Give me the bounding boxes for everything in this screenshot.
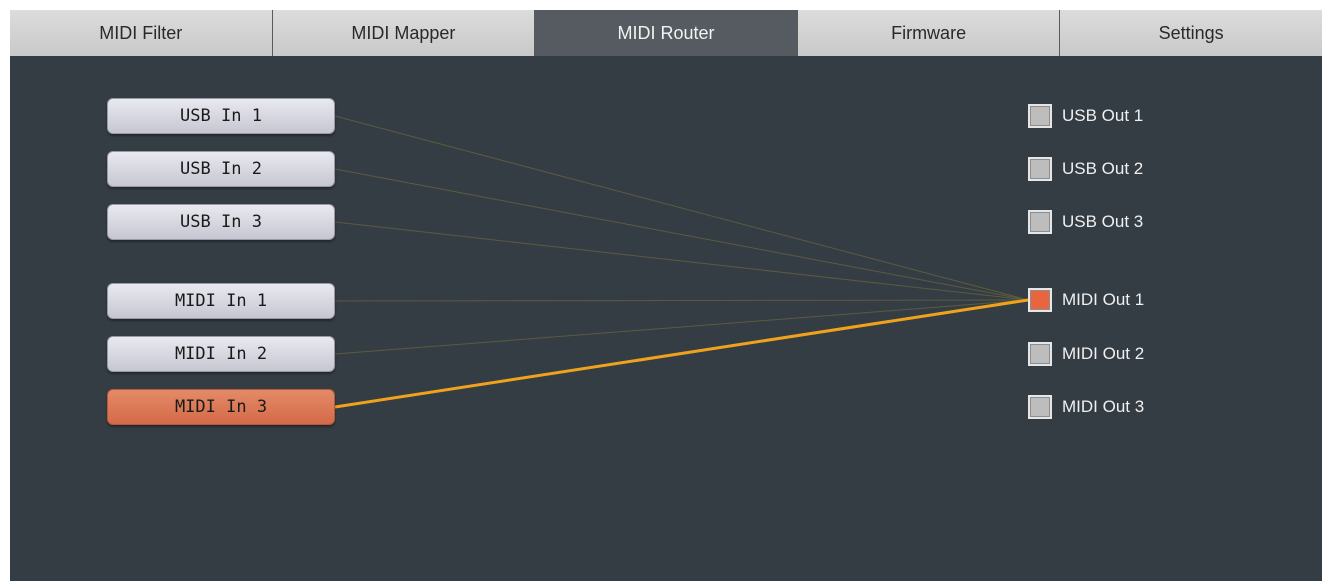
wire-usb-in-2 xyxy=(334,168,1029,301)
midi-out-3[interactable]: MIDI Out 3 xyxy=(1028,393,1144,421)
usb-in-1-button[interactable]: USB In 1 xyxy=(107,98,335,134)
usb-out-1[interactable]: USB Out 1 xyxy=(1028,102,1143,130)
usb-in-3-button[interactable]: USB In 3 xyxy=(107,204,335,240)
midi-out-2-label: MIDI Out 2 xyxy=(1062,344,1145,363)
midi-in-1-button[interactable]: MIDI In 1 xyxy=(107,283,335,319)
midi-in-3-button[interactable]: MIDI In 3 xyxy=(107,389,335,425)
usb-out-3-checkbox[interactable] xyxy=(1028,210,1052,234)
midi-out-1-checkbox[interactable] xyxy=(1028,288,1052,312)
midi-out-3-checkbox[interactable] xyxy=(1028,395,1052,419)
usb-out-2[interactable]: USB Out 2 xyxy=(1028,155,1143,183)
usb-out-2-label: USB Out 2 xyxy=(1062,159,1144,178)
wire-usb-in-1 xyxy=(334,115,1029,301)
midi-router-window: MIDI Filter MIDI Mapper MIDI Router Firm… xyxy=(10,10,1322,581)
midi-in-2-button[interactable]: MIDI In 2 xyxy=(107,336,335,372)
usb-out-2-checkbox[interactable] xyxy=(1028,157,1052,181)
wire-usb-in-3 xyxy=(334,221,1029,301)
usb-out-3-label: USB Out 3 xyxy=(1062,212,1144,231)
wire-midi-in-2 xyxy=(334,299,1029,355)
midi-out-1[interactable]: MIDI Out 1 xyxy=(1028,286,1144,314)
wire-midi-in-1 xyxy=(334,299,1029,302)
usb-out-1-checkbox[interactable] xyxy=(1028,104,1052,128)
midi-out-2-checkbox[interactable] xyxy=(1028,342,1052,366)
midi-out-2[interactable]: MIDI Out 2 xyxy=(1028,340,1144,368)
usb-in-2-button[interactable]: USB In 2 xyxy=(107,151,335,187)
wire-midi-in-3-active xyxy=(334,298,1029,409)
midi-out-3-label: MIDI Out 3 xyxy=(1062,397,1145,416)
usb-out-3[interactable]: USB Out 3 xyxy=(1028,208,1143,236)
usb-out-1-label: USB Out 1 xyxy=(1062,106,1144,125)
midi-out-1-label: MIDI Out 1 xyxy=(1062,290,1145,309)
